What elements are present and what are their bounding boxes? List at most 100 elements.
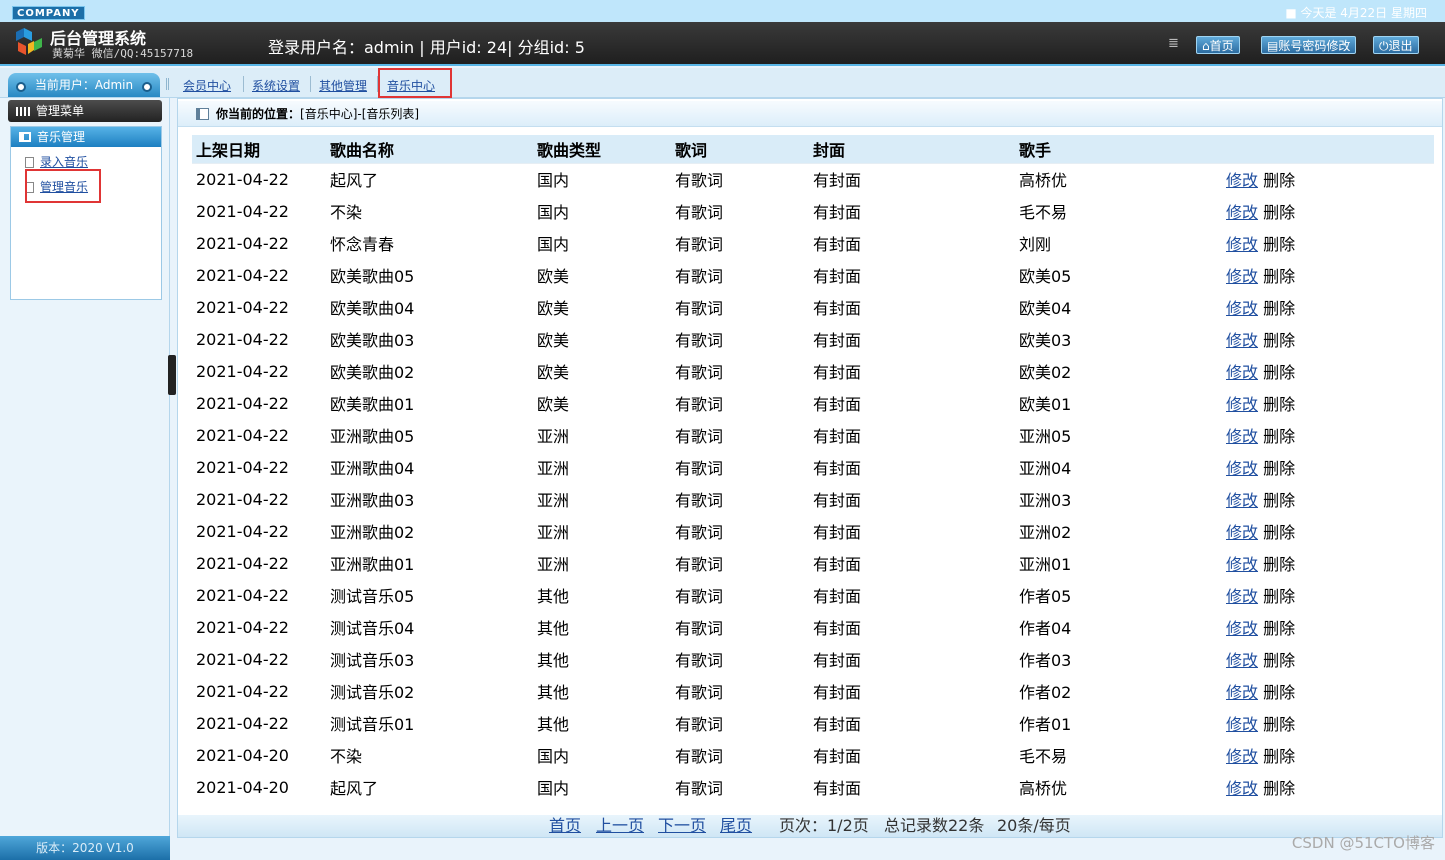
edit-link[interactable]: 修改 [1226, 651, 1258, 670]
delete-link[interactable]: 删除 [1263, 171, 1295, 190]
edit-link[interactable]: 修改 [1226, 555, 1258, 574]
edit-link[interactable]: 修改 [1226, 171, 1258, 190]
delete-link[interactable]: 删除 [1263, 555, 1295, 574]
table-cell: 2021-04-22 [192, 290, 326, 324]
prev-page-link[interactable]: 上一页 [596, 815, 644, 837]
table-cell: 有封面 [809, 738, 1015, 772]
table-cell: 2021-04-20 [192, 770, 326, 804]
sidebar-group-header[interactable]: 音乐管理 [11, 127, 161, 147]
change-password-button[interactable]: ▤账号密码修改 [1261, 36, 1357, 54]
table-row: 2021-04-22 欧美歌曲01 欧美 有歌词 有封面 欧美01 修改 删除 [192, 386, 1434, 420]
delete-link[interactable]: 删除 [1263, 235, 1295, 254]
edit-link[interactable]: 修改 [1226, 683, 1258, 702]
sidebar-collapse-handle[interactable] [168, 355, 176, 395]
edit-link[interactable]: 修改 [1226, 523, 1258, 542]
edit-link[interactable]: 修改 [1226, 331, 1258, 350]
first-page-link[interactable]: 首页 [549, 815, 581, 837]
sidebar-item-add-music[interactable]: 录入音乐 [25, 153, 88, 170]
edit-link[interactable]: 修改 [1226, 267, 1258, 286]
table-cell: 有歌词 [671, 546, 809, 580]
table-cell: 有歌词 [671, 194, 809, 228]
table-row: 2021-04-22 亚洲歌曲04 亚洲 有歌词 有封面 亚洲04 修改 删除 [192, 450, 1434, 484]
table-cell: 作者05 [1015, 578, 1222, 612]
last-page-link[interactable]: 尾页 [720, 815, 752, 837]
edit-link[interactable]: 修改 [1226, 619, 1258, 638]
table-cell: 2021-04-22 [192, 258, 326, 292]
home-button-label: 首页 [1209, 39, 1234, 53]
logout-button[interactable]: ⏻退出 [1373, 36, 1419, 54]
table-cell: 不染 [326, 738, 533, 772]
row-actions: 修改 删除 [1222, 354, 1434, 388]
nav-divider [243, 76, 244, 92]
total-records: 总记录数22条 [884, 816, 985, 835]
table-cell: 欧美歌曲01 [326, 386, 533, 420]
table-cell: 高桥优 [1015, 770, 1222, 804]
table-cell: 毛不易 [1015, 194, 1222, 228]
table-cell: 其他 [533, 610, 671, 644]
edit-link[interactable]: 修改 [1226, 715, 1258, 734]
delete-link[interactable]: 删除 [1263, 619, 1295, 638]
edit-link[interactable]: 修改 [1226, 299, 1258, 318]
edit-link[interactable]: 修改 [1226, 587, 1258, 606]
delete-link[interactable]: 删除 [1263, 427, 1295, 446]
edit-link[interactable]: 修改 [1226, 779, 1258, 798]
table-cell: 有封面 [809, 386, 1015, 420]
table-cell: 亚洲歌曲02 [326, 514, 533, 548]
delete-link[interactable]: 删除 [1263, 299, 1295, 318]
table-cell: 亚洲歌曲04 [326, 450, 533, 484]
delete-link[interactable]: 删除 [1263, 715, 1295, 734]
delete-link[interactable]: 删除 [1263, 747, 1295, 766]
next-page-link[interactable]: 下一页 [658, 815, 706, 837]
version-label: 版本：2020 V1.0 [0, 836, 170, 860]
delete-link[interactable]: 删除 [1263, 459, 1295, 478]
login-info: 登录用户名：admin | 用户id: 24| 分组id: 5 [268, 38, 585, 57]
delete-link[interactable]: 删除 [1263, 267, 1295, 286]
delete-link[interactable]: 删除 [1263, 331, 1295, 350]
home-button[interactable]: ⌂首页 [1196, 36, 1240, 54]
delete-link[interactable]: 删除 [1263, 587, 1295, 606]
delete-link[interactable]: 删除 [1263, 651, 1295, 670]
table-cell: 亚洲歌曲05 [326, 418, 533, 452]
table-cell: 2021-04-22 [192, 226, 326, 260]
edit-link[interactable]: 修改 [1226, 363, 1258, 382]
edit-link[interactable]: 修改 [1226, 459, 1258, 478]
edit-link[interactable]: 修改 [1226, 747, 1258, 766]
highlight-box [25, 169, 101, 203]
edit-link[interactable]: 修改 [1226, 395, 1258, 414]
nav-link-member[interactable]: 会员中心 [183, 77, 231, 94]
main-content: 你当前的位置：[音乐中心]-[音乐列表] 上架日期 歌曲名称 歌曲类型 歌词 封… [177, 98, 1443, 838]
row-actions: 修改 删除 [1222, 514, 1434, 548]
table-cell: 2021-04-20 [192, 738, 326, 772]
delete-link[interactable]: 删除 [1263, 523, 1295, 542]
edit-link[interactable]: 修改 [1226, 203, 1258, 222]
delete-link[interactable]: 删除 [1263, 683, 1295, 702]
card-icon: ▤ [1267, 39, 1279, 53]
edit-link[interactable]: 修改 [1226, 491, 1258, 510]
row-actions: 修改 删除 [1222, 546, 1434, 580]
table-cell: 有封面 [809, 194, 1015, 228]
delete-link[interactable]: 删除 [1263, 779, 1295, 798]
delete-link[interactable]: 删除 [1263, 203, 1295, 222]
table-cell: 有封面 [809, 770, 1015, 804]
row-actions: 修改 删除 [1222, 290, 1434, 324]
delete-link[interactable]: 删除 [1263, 363, 1295, 382]
list-menu-icon[interactable]: ≣ [1168, 37, 1182, 50]
table-row: 2021-04-22 起风了 国内 有歌词 有封面 高桥优 修改 删除 [192, 162, 1434, 196]
nav-link-other[interactable]: 其他管理 [319, 77, 367, 94]
table-cell: 亚洲 [533, 418, 671, 452]
sidebar-menu-title: 管理菜单 [36, 104, 85, 118]
table-cell: 2021-04-22 [192, 322, 326, 356]
sidebar-group: 音乐管理 录入音乐 管理音乐 [10, 126, 162, 300]
table-cell: 其他 [533, 578, 671, 612]
table-row: 2021-04-22 测试音乐02 其他 有歌词 有封面 作者02 修改 删除 [192, 674, 1434, 708]
nav-link-settings[interactable]: 系统设置 [252, 77, 300, 94]
system-author: 黄菊华 微信/QQ:45157718 [52, 47, 194, 60]
table-cell: 有歌词 [671, 386, 809, 420]
delete-link[interactable]: 删除 [1263, 395, 1295, 414]
edit-link[interactable]: 修改 [1226, 427, 1258, 446]
edit-link[interactable]: 修改 [1226, 235, 1258, 254]
table-cell: 有封面 [809, 258, 1015, 292]
company-badge: COMPANY [12, 6, 85, 20]
table-cell: 2021-04-22 [192, 514, 326, 548]
delete-link[interactable]: 删除 [1263, 491, 1295, 510]
